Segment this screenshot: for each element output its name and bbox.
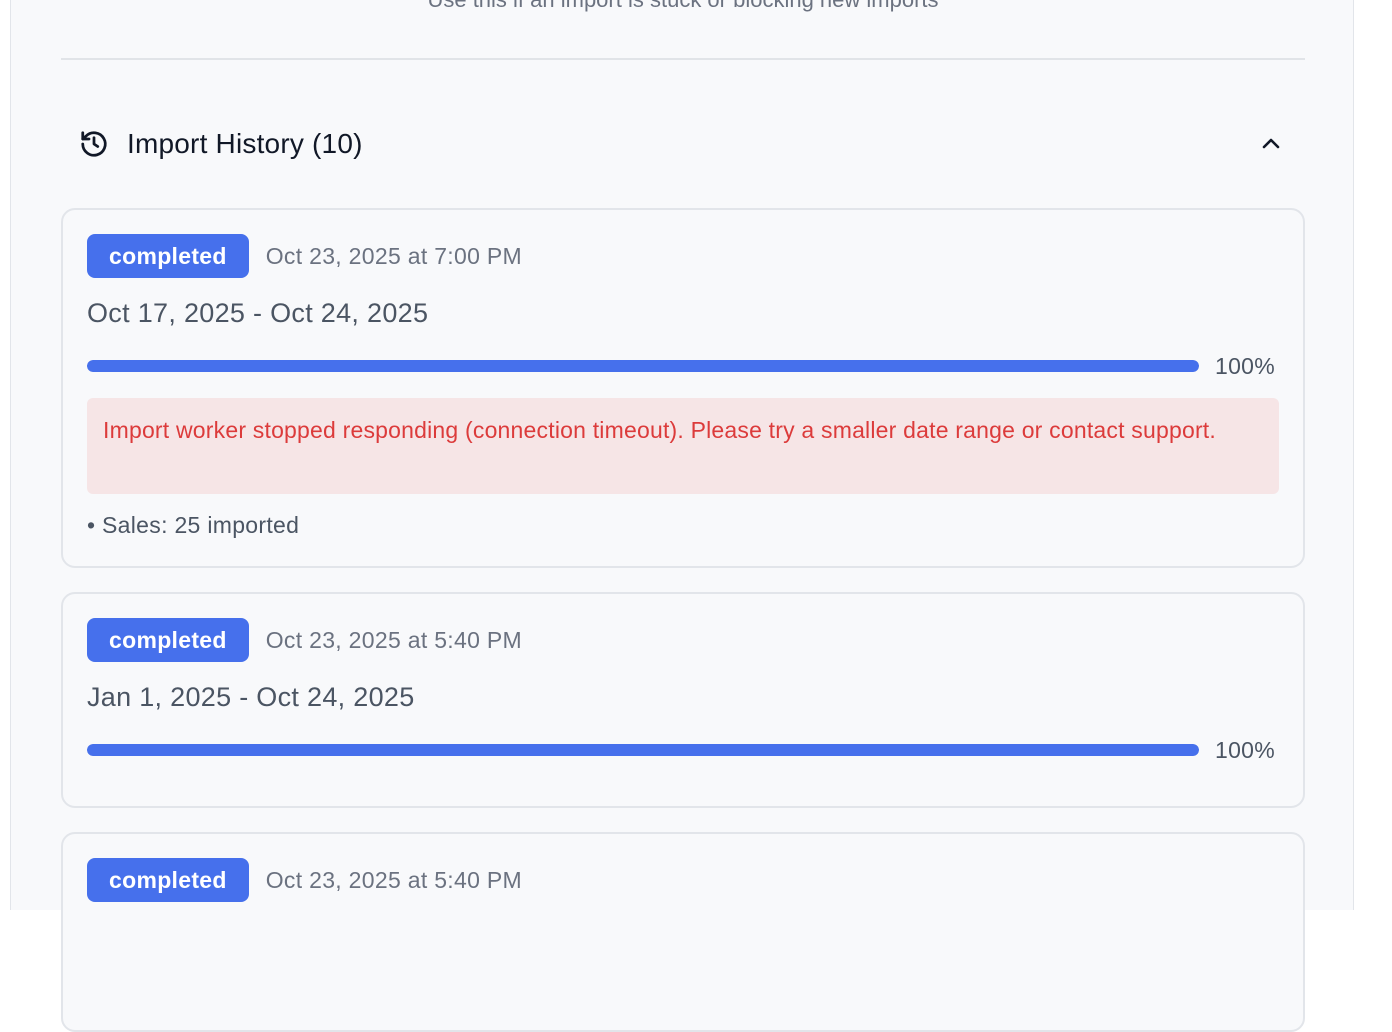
import-stat: • Sales: 25 imported <box>87 512 300 538</box>
import-history-header[interactable]: Import History (10) <box>79 122 1287 166</box>
progress-bar <box>87 744 1199 756</box>
history-icon <box>79 129 109 159</box>
import-card: completed Oct 23, 2025 at 7:00 PM Oct 17… <box>61 208 1305 568</box>
progress-bar <box>87 360 1199 372</box>
status-badge: completed <box>87 858 249 902</box>
status-badge: completed <box>87 618 249 662</box>
date-range: Oct 17, 2025 - Oct 24, 2025 <box>87 298 429 328</box>
error-message: Import worker stopped responding (connec… <box>87 398 1279 494</box>
import-history-title: Import History (10) <box>127 128 363 159</box>
import-panel: Use this if an import is stuck or blocki… <box>10 0 1355 1032</box>
import-card: completed Oct 23, 2025 at 5:40 PM Jan 1,… <box>61 592 1305 808</box>
import-timestamp: Oct 23, 2025 at 7:00 PM <box>265 242 522 269</box>
reset-helper-text: Use this if an import is stuck or blocki… <box>11 0 1355 11</box>
status-badge: completed <box>87 234 249 278</box>
import-timestamp: Oct 23, 2025 at 5:40 PM <box>265 866 522 893</box>
chevron-up-icon <box>1262 138 1280 149</box>
progress-fill <box>87 744 1199 756</box>
progress-fill <box>87 360 1199 372</box>
progress-percent: 100% <box>1215 352 1276 379</box>
section-divider <box>61 58 1305 60</box>
import-card: completed Oct 23, 2025 at 5:40 PM <box>61 832 1305 1032</box>
import-timestamp: Oct 23, 2025 at 5:40 PM <box>265 626 522 653</box>
collapse-toggle-button[interactable] <box>1255 128 1287 160</box>
progress-percent: 100% <box>1215 736 1276 763</box>
date-range: Jan 1, 2025 - Oct 24, 2025 <box>87 682 415 712</box>
